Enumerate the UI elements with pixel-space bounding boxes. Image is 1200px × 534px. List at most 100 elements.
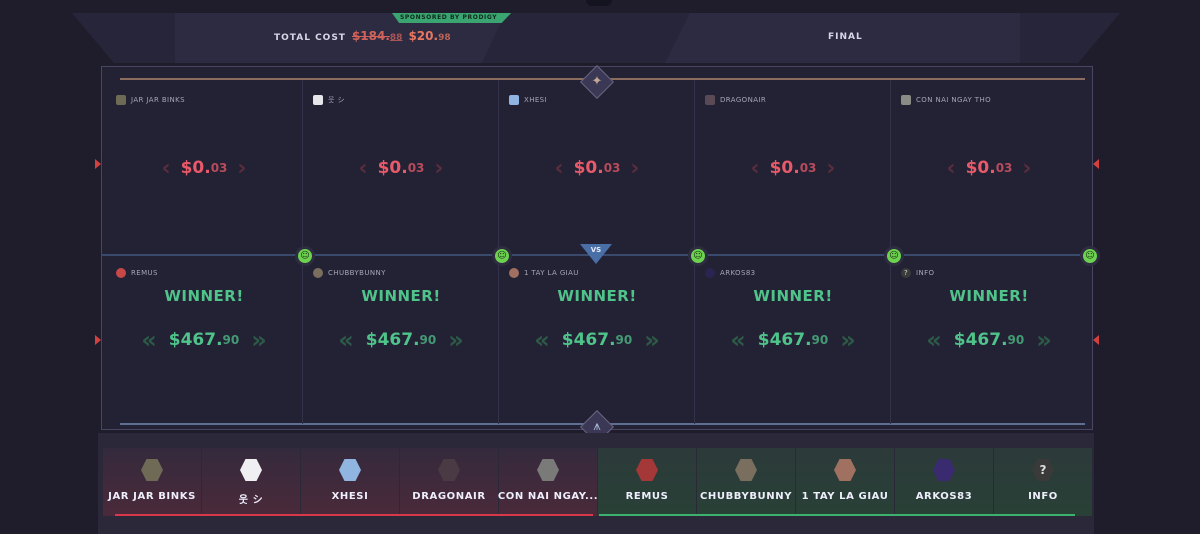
new-price: $20.98	[408, 29, 451, 43]
chevron-left-icon: «	[338, 326, 354, 354]
value-amount: $0.	[180, 158, 211, 178]
total-cost-label: TOTAL COST	[274, 33, 346, 43]
player-avatar	[834, 459, 856, 481]
value-cents: 90	[419, 333, 437, 347]
player-tab[interactable]: REMUS	[598, 448, 696, 516]
player-tag[interactable]: XHESI	[509, 95, 547, 105]
value-cents: 03	[603, 161, 621, 175]
value-cents: 90	[811, 333, 829, 347]
chevron-right-icon: »	[448, 326, 464, 354]
player-avatar	[537, 459, 559, 481]
player-avatar	[240, 459, 262, 481]
chevron-left-icon: ‹	[554, 155, 564, 181]
value-cents: 03	[799, 161, 817, 175]
player-tab[interactable]: DRAGONAIR	[400, 448, 498, 516]
team-bar-red	[298, 514, 593, 516]
player-avatar: ?	[901, 268, 911, 278]
arrow-right-icon	[95, 335, 101, 345]
tab-label: REMUS	[625, 491, 669, 502]
chevron-left-icon: ‹	[161, 155, 171, 181]
player-avatar	[636, 459, 658, 481]
value-cents: 90	[615, 333, 633, 347]
tab-label: ARKOS83	[915, 491, 973, 502]
tab-label: CHUBBYBUNNY	[699, 491, 793, 502]
player-tab[interactable]: XHESI	[301, 448, 399, 516]
value-amount: $467.	[561, 330, 616, 350]
player-avatar	[933, 459, 955, 481]
player-avatar	[509, 268, 519, 278]
value-amount: $0.	[573, 158, 604, 178]
player-avatar	[313, 268, 323, 278]
winner-smile-icon: ☺	[1080, 246, 1100, 266]
value-amount: $0.	[769, 158, 800, 178]
player-name: INFO	[916, 269, 935, 277]
unbox-value: ‹ $0. 03 ›	[353, 151, 449, 185]
chevron-left-icon: «	[926, 326, 942, 354]
player-name: XHESI	[524, 96, 547, 104]
chevron-left-icon: «	[141, 326, 157, 354]
player-tab[interactable]: 웃 シ	[202, 448, 300, 516]
player-tag[interactable]: JAR JAR BINKS	[116, 95, 185, 105]
chevron-left-icon: «	[730, 326, 746, 354]
chevron-right-icon: »	[840, 326, 856, 354]
sponsor-badge[interactable]: SPONSORED BY PRODIGY	[392, 13, 512, 23]
value-amount: $467.	[953, 330, 1008, 350]
arrow-left-icon	[1093, 159, 1099, 169]
total-cost: TOTAL COST $184.88 $20.98	[274, 29, 451, 43]
winner-smile-icon: ☺	[884, 246, 904, 266]
unbox-value: « $467. 90 »	[715, 323, 871, 357]
unbox-value: ‹ $0. 03 ›	[745, 151, 841, 185]
unbox-value: ‹ $0. 03 ›	[941, 151, 1037, 185]
player-tag[interactable]: ? INFO	[901, 268, 934, 278]
player-tag[interactable]: ARKOS83	[705, 268, 756, 278]
player-tag[interactable]: 웃 シ	[313, 95, 345, 105]
player-tab[interactable]: CHUBBYBUNNY	[697, 448, 795, 516]
chevron-right-icon: »	[251, 326, 267, 354]
tab-label: DRAGONAIR	[412, 491, 486, 502]
tab-label: XHESI	[331, 491, 369, 502]
player-tab[interactable]: JAR JAR BINKS	[103, 448, 201, 516]
value-amount: $467.	[168, 330, 223, 350]
value-amount: $0.	[377, 158, 408, 178]
player-tab[interactable]: ? INFO	[994, 448, 1092, 516]
old-price: $184.88	[351, 29, 403, 43]
chevron-right-icon: »	[644, 326, 660, 354]
chevron-left-icon: ‹	[750, 155, 760, 181]
player-avatar	[116, 268, 126, 278]
tab-label: JAR JAR BINKS	[108, 491, 196, 502]
value-amount: $467.	[365, 330, 420, 350]
star-emblem-icon: ✦	[591, 74, 603, 89]
player-avatar	[438, 459, 460, 481]
unbox-value: ‹ $0. 03 ›	[549, 151, 645, 185]
winner-label: WINNER!	[361, 287, 441, 305]
player-avatar: ?	[1032, 459, 1054, 481]
player-avatar	[901, 95, 911, 105]
player-name: CON NAI NGAY THO	[916, 96, 992, 104]
player-name: DRAGONAIR	[720, 96, 767, 104]
player-name: JAR JAR BINKS	[131, 96, 185, 104]
unbox-value: ‹ $0. 03 ›	[156, 151, 252, 185]
value-amount: $0.	[965, 158, 996, 178]
chevron-left-icon: «	[534, 326, 550, 354]
player-tag[interactable]: 1 TAY LA GIAU	[509, 268, 579, 278]
player-avatar	[735, 459, 757, 481]
chevron-right-icon: ›	[1022, 155, 1032, 181]
player-tab[interactable]: CON NAI NGAY...	[498, 448, 598, 516]
player-tag[interactable]: CON NAI NGAY THO	[901, 95, 991, 105]
player-tag[interactable]: DRAGONAIR	[705, 95, 766, 105]
player-tag[interactable]: CHUBBYBUNNY	[313, 268, 386, 278]
player-tab[interactable]: 1 TAY LA GIAU	[796, 448, 894, 516]
player-name: CHUBBYBUNNY	[328, 269, 386, 277]
winner-label: WINNER!	[557, 287, 637, 305]
value-cents: 90	[1007, 333, 1025, 347]
player-tab[interactable]: ARKOS83	[895, 448, 993, 516]
player-name: REMUS	[131, 269, 158, 277]
chevron-right-icon: ›	[237, 155, 247, 181]
value-cents: 03	[407, 161, 425, 175]
player-avatar	[705, 268, 715, 278]
tab-label: 웃 シ	[238, 495, 264, 506]
player-avatar	[705, 95, 715, 105]
player-name: 웃 シ	[328, 96, 345, 104]
unbox-value: « $467. 90 »	[519, 323, 675, 357]
player-tag[interactable]: REMUS	[116, 268, 158, 278]
